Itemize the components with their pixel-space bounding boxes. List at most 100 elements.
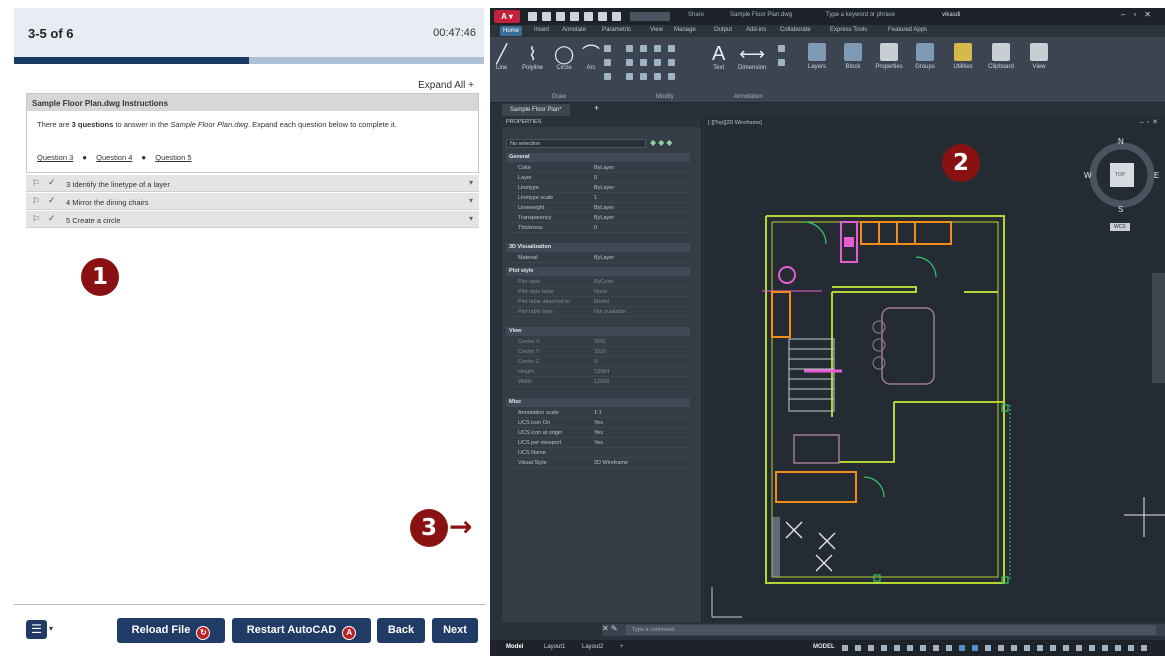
drawing-viewport[interactable]: [-][Top][2D Wireframe] –▫✕ N S E W TOP W… <box>704 117 1165 622</box>
groups-tool[interactable]: Groups <box>910 43 940 70</box>
polyline-tool[interactable]: ⌇ Polyline <box>522 43 543 71</box>
circle-tool[interactable]: ◯ Circle <box>554 43 574 71</box>
layers-tool[interactable]: Layers <box>802 43 832 70</box>
property-row[interactable]: Plot table attached to Model <box>506 297 690 307</box>
question-link-4[interactable]: Question 4 <box>96 153 132 162</box>
flag-icon[interactable]: ⚐ <box>32 214 40 225</box>
property-row[interactable]: Center Y 3320 <box>506 347 690 357</box>
arc-tool[interactable]: ⌒ Arc <box>582 43 600 71</box>
status-toggle-icon[interactable] <box>881 645 887 651</box>
status-toggle-icon[interactable] <box>920 645 926 651</box>
tab-parametric[interactable]: Parametric <box>602 27 631 33</box>
array-icon[interactable] <box>654 73 661 80</box>
tab-layout2[interactable]: Layout2 <box>582 644 603 650</box>
status-toggle-icon[interactable] <box>842 645 848 651</box>
viewcube[interactable]: N S E W TOP <box>1084 137 1160 217</box>
reload-file-button[interactable]: Reload File ↻ <box>117 618 225 643</box>
leader-icon[interactable] <box>778 45 785 52</box>
status-toggle-icon[interactable] <box>1011 645 1017 651</box>
new-tab-plus-icon[interactable]: + <box>594 103 599 113</box>
property-row[interactable]: Transparency ByLayer <box>506 213 690 223</box>
property-row[interactable]: Height 13984 <box>506 367 690 377</box>
close-icon[interactable]: ✕ ✎ <box>602 624 618 633</box>
question-link-5[interactable]: Question 5 <box>155 153 191 162</box>
text-tool[interactable]: A Text <box>712 43 725 71</box>
status-toggle-icon[interactable] <box>1076 645 1082 651</box>
tab-view[interactable]: View <box>650 27 663 33</box>
question-link-3[interactable]: Question 3 <box>37 153 73 162</box>
status-toggle-icon[interactable] <box>1050 645 1056 651</box>
new-file-icon[interactable] <box>528 12 537 21</box>
tab-output[interactable]: Output <box>714 27 732 33</box>
tab-featured-apps[interactable]: Featured Apps <box>888 27 927 33</box>
property-row[interactable]: UCS Name <box>506 448 690 458</box>
user-account[interactable]: vikasdi <box>942 12 960 18</box>
status-toggle-icon[interactable] <box>1063 645 1069 651</box>
properties-tool[interactable]: Properties <box>874 43 904 70</box>
scale-icon[interactable] <box>640 73 647 80</box>
status-toggle-icon[interactable] <box>1089 645 1095 651</box>
tab-home[interactable]: Home <box>500 26 523 36</box>
status-toggle-icon[interactable] <box>998 645 1004 651</box>
wcs-menu[interactable]: WCS <box>1110 223 1130 231</box>
status-toggle-icon[interactable] <box>1141 645 1147 651</box>
window-controls[interactable]: –▫✕ <box>1121 10 1159 19</box>
navigation-bar[interactable] <box>1152 273 1165 383</box>
status-toggle-icon[interactable] <box>972 645 978 651</box>
property-row[interactable]: UCS icon at origin Yes <box>506 428 690 438</box>
fillet-icon[interactable] <box>654 59 661 66</box>
section-general[interactable]: General <box>506 153 690 162</box>
status-toggle-icon[interactable] <box>1128 645 1134 651</box>
erase-icon[interactable] <box>668 45 675 52</box>
modify-group-label[interactable]: Modify <box>656 94 674 100</box>
status-toggle-icon[interactable] <box>985 645 991 651</box>
flag-icon[interactable]: ⚐ <box>32 178 40 189</box>
share-button[interactable]: Share <box>688 12 704 18</box>
property-row[interactable]: Thickness 0 <box>506 223 690 233</box>
file-tab[interactable]: Sample Floor Plan* <box>502 104 570 116</box>
workspace-dropdown[interactable] <box>630 12 670 21</box>
tab-collaborate[interactable]: Collaborate <box>780 27 811 33</box>
block-tool[interactable]: Block <box>838 43 868 70</box>
add-layout-plus-icon[interactable]: + <box>620 644 624 650</box>
trim-icon[interactable] <box>654 45 661 52</box>
open-file-icon[interactable] <box>542 12 551 21</box>
question-row-3[interactable]: ⚐ ✓ 3 Identify the linetype of a layer ▾ <box>26 175 479 192</box>
property-row[interactable]: Linetype scale 1 <box>506 193 690 203</box>
table-icon[interactable] <box>778 59 785 66</box>
annotation-group-label[interactable]: Annotation <box>734 94 763 100</box>
property-row[interactable]: Material ByLayer <box>506 253 690 263</box>
status-toggle-icon[interactable] <box>1102 645 1108 651</box>
autocad-logo-icon[interactable]: A ▾ <box>494 10 520 23</box>
utilities-tool[interactable]: Utilities <box>948 43 978 70</box>
section-view[interactable]: View <box>506 327 690 336</box>
property-row[interactable]: Center Z 0 <box>506 357 690 367</box>
redo-icon[interactable] <box>612 12 621 21</box>
rotate-icon[interactable] <box>640 45 647 52</box>
search-input[interactable]: Type a keyword or phrase <box>826 12 895 18</box>
tab-layout1[interactable]: Layout1 <box>544 644 565 650</box>
status-toggle-icon[interactable] <box>1037 645 1043 651</box>
command-input[interactable]: Type a command <box>626 625 1156 635</box>
question-row-4[interactable]: ⚐ ✓ 4 Mirror the dining chairs ▾ <box>26 193 479 210</box>
property-row[interactable]: Width 12090 <box>506 377 690 387</box>
status-toggle-icon[interactable] <box>1115 645 1121 651</box>
clipboard-tool[interactable]: Clipboard <box>986 43 1016 70</box>
property-row[interactable]: UCS per viewport Yes <box>506 438 690 448</box>
section-plot-style[interactable]: Plot style <box>506 267 690 276</box>
question-row-5[interactable]: ⚐ ✓ 5 Create a circle ▾ <box>26 211 479 228</box>
property-row[interactable]: Linetype ByLayer <box>506 183 690 193</box>
tab-model[interactable]: Model <box>506 644 523 650</box>
rectangle-icon[interactable] <box>604 45 611 52</box>
status-toggle-icon[interactable] <box>1024 645 1030 651</box>
tab-annotate[interactable]: Annotate <box>562 27 586 33</box>
property-row[interactable]: Plot table type Not available <box>506 307 690 317</box>
status-toggle-icon[interactable] <box>959 645 965 651</box>
mirror-icon[interactable] <box>640 59 647 66</box>
section-misc[interactable]: Misc <box>506 398 690 407</box>
menu-button[interactable]: ☰ <box>26 620 47 639</box>
tab-express-tools[interactable]: Express Tools <box>830 27 867 33</box>
line-tool[interactable]: ╱ Line <box>496 43 507 71</box>
plot-icon[interactable] <box>584 12 593 21</box>
selection-dropdown[interactable]: No selection <box>506 139 646 148</box>
